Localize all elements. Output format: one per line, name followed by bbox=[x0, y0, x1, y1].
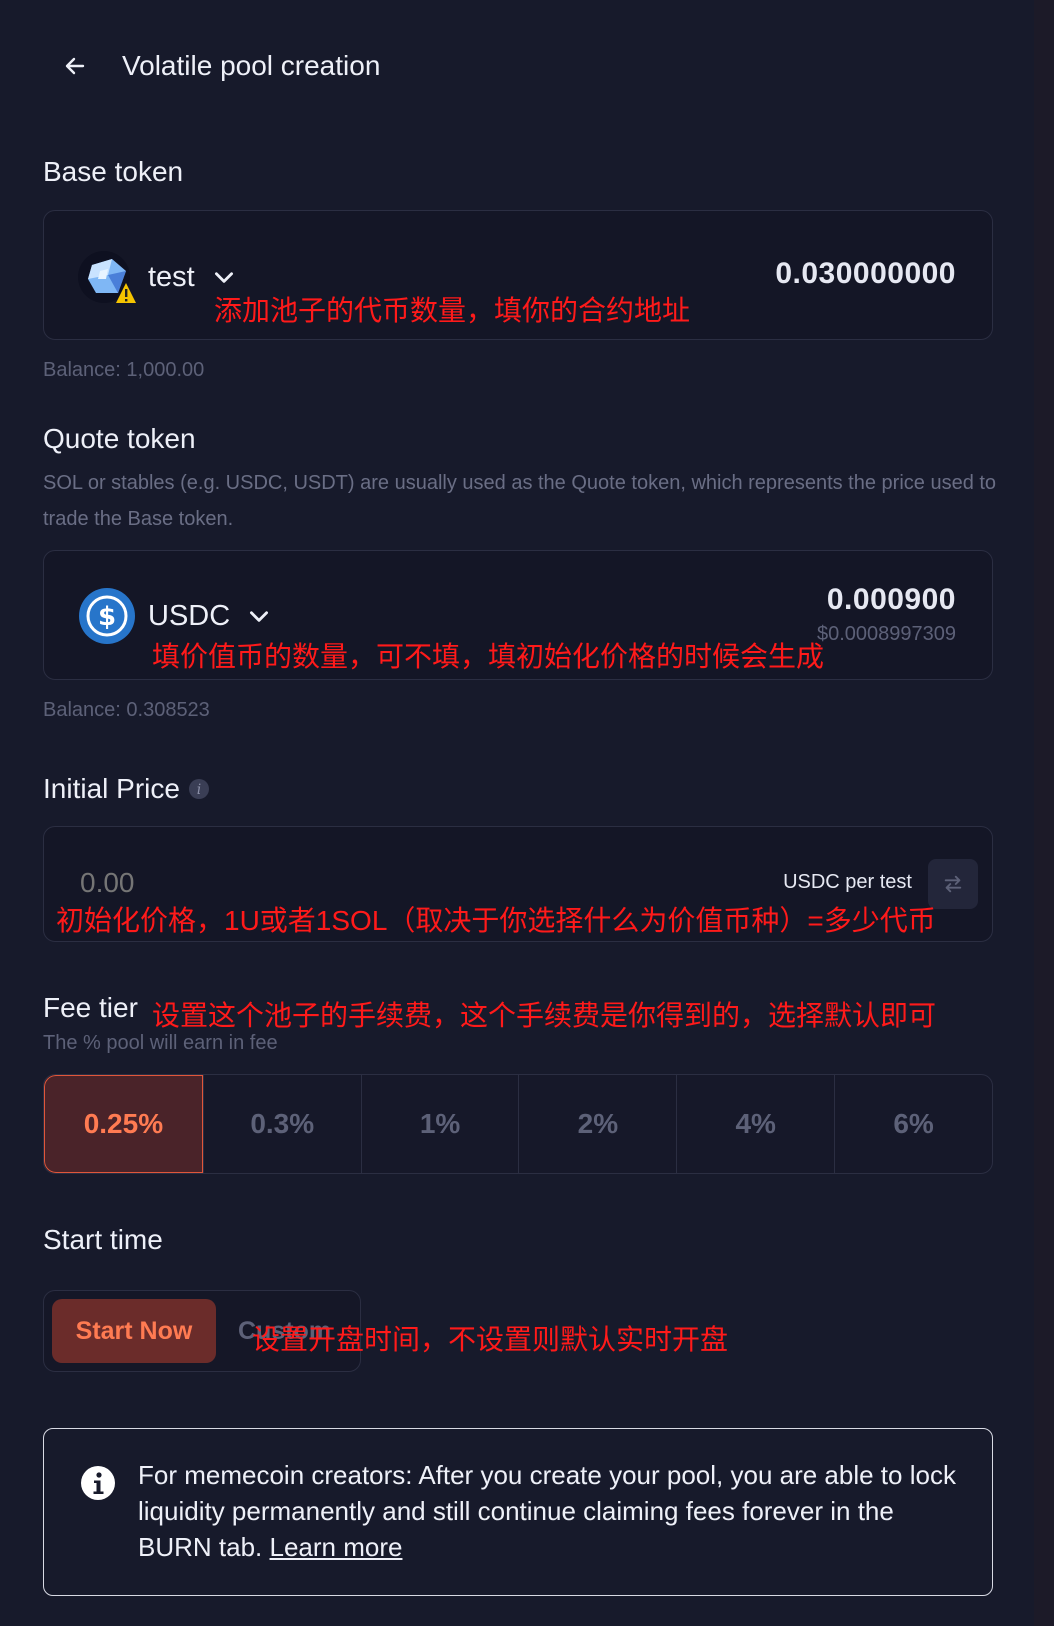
quote-token-name: USDC bbox=[148, 599, 231, 632]
base-annotation: 添加池子的代币数量，填你的合约地址 bbox=[214, 295, 691, 326]
info-circle-icon bbox=[81, 1466, 115, 1500]
header: Volatile pool creation bbox=[60, 50, 380, 82]
fee-tier-title: Fee tier bbox=[43, 992, 138, 1023]
quote-token-title: Quote token bbox=[43, 423, 196, 454]
quote-balance: Balance: 0.308523 bbox=[43, 699, 210, 721]
info-tooltip-icon[interactable]: i bbox=[188, 778, 210, 800]
learn-more-link[interactable]: Learn more bbox=[270, 1532, 403, 1562]
fee-tier-selector: 0.25% 0.3% 1% 2% 4% 6% bbox=[43, 1074, 993, 1174]
chevron-down-icon bbox=[214, 272, 233, 283]
base-token-title: Base token bbox=[43, 156, 184, 187]
fee-annotation: 设置这个池子的手续费，这个手续费是你得到的，选择默认即可 bbox=[152, 1000, 937, 1031]
info-message: For memecoin creators: After you create … bbox=[138, 1460, 956, 1562]
swap-arrows-icon bbox=[944, 875, 962, 893]
base-token-selector[interactable]: test bbox=[78, 249, 237, 305]
quote-usd-value: $0.0008997309 bbox=[816, 623, 956, 645]
start-now-button[interactable]: Start Now bbox=[52, 1299, 216, 1363]
initial-price-card: USDC per test 初始化价格，1U或者1SOL（取决于你选择什么为价值… bbox=[43, 826, 993, 942]
quote-amount-input[interactable]: 0.000900 bbox=[827, 583, 956, 617]
memecoin-info-box: For memecoin creators: After you create … bbox=[43, 1428, 993, 1596]
fee-option-1[interactable]: 1% bbox=[360, 1075, 519, 1173]
start-time-title: Start time bbox=[43, 1224, 163, 1255]
base-amount-input[interactable]: 0.030000000 bbox=[775, 257, 956, 291]
quote-token-card: $ USDC 0.000900 $0.0008997309 填价值币的数量，可不… bbox=[43, 550, 993, 680]
chevron-down-icon bbox=[250, 611, 269, 622]
start-annotation: 设置开盘时间，不设置则默认实时开盘 bbox=[252, 1324, 729, 1355]
page-title: Volatile pool creation bbox=[122, 50, 381, 81]
usdc-logo-icon: $ bbox=[78, 587, 136, 645]
quote-token-description: SOL or stables (e.g. USDC, USDT) are usu… bbox=[43, 472, 997, 530]
fee-option-2[interactable]: 2% bbox=[518, 1075, 676, 1173]
base-token-name: test bbox=[148, 260, 195, 293]
fee-option-0-3[interactable]: 0.3% bbox=[202, 1075, 361, 1173]
fee-option-6[interactable]: 6% bbox=[834, 1075, 992, 1173]
info-text: For memecoin creators: After you create … bbox=[138, 1457, 958, 1565]
initial-price-label: Initial Price bbox=[43, 773, 180, 804]
svg-text:i: i bbox=[197, 782, 201, 798]
price-annotation: 初始化价格，1U或者1SOL（取决于你选择什么为价值币种）=多少代币 bbox=[56, 905, 936, 936]
test-token-logo-icon bbox=[78, 249, 136, 305]
price-unit-label: USDC per test bbox=[783, 871, 912, 893]
initial-price-input[interactable] bbox=[80, 867, 380, 899]
initial-price-title: Initial Price i bbox=[43, 773, 210, 805]
base-token-card: test 0.030000000 添加池子的代币数量，填你的合约地址 bbox=[43, 210, 993, 340]
quote-annotation: 填价值币的数量，可不填，填初始化价格的时候会生成 bbox=[152, 641, 825, 672]
svg-text:$: $ bbox=[98, 602, 116, 632]
fee-option-4[interactable]: 4% bbox=[676, 1075, 834, 1173]
pool-creation-page: Volatile pool creation Base token test 0… bbox=[0, 0, 1054, 1626]
fee-option-0-25[interactable]: 0.25% bbox=[44, 1075, 203, 1173]
fee-tier-subtitle: The % pool will earn in fee bbox=[43, 1032, 278, 1054]
base-balance: Balance: 1,000.00 bbox=[43, 359, 205, 381]
right-edge-panel bbox=[1034, 0, 1054, 1626]
back-arrow-icon[interactable] bbox=[60, 51, 90, 81]
